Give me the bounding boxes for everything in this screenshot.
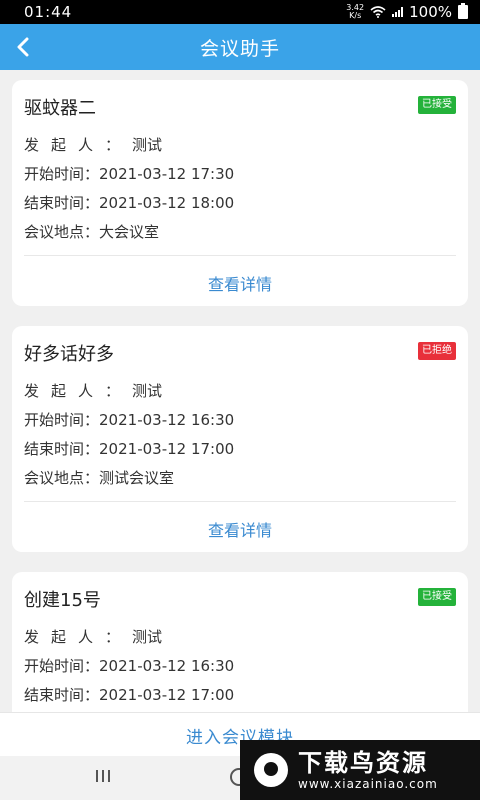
end-time-value: 2021-03-12 18:00: [99, 194, 235, 212]
app-header: 会议助手: [0, 24, 480, 70]
page-title: 会议助手: [199, 37, 280, 60]
start-time-value: 2021-03-12 17:30: [99, 165, 235, 183]
location-value: 大会议室: [99, 223, 160, 241]
view-details-button[interactable]: 查看详情: [12, 517, 468, 541]
start-time-row: 开始时间：2021-03-12 17:30: [24, 163, 234, 184]
initiator-label: 发起人：: [24, 628, 133, 646]
start-time-value: 2021-03-12 16:30: [99, 411, 235, 429]
initiator-value: 测试: [132, 136, 163, 154]
initiator-row: 发起人：测试: [24, 380, 162, 401]
status-badge: 已接受: [418, 96, 456, 114]
initiator-label: 发起人：: [24, 382, 133, 400]
end-time-label: 结束时间：: [24, 194, 100, 212]
status-badge: 已拒绝: [418, 342, 456, 360]
battery-icon: [458, 3, 468, 19]
start-time-row: 开始时间：2021-03-12 16:30: [24, 655, 234, 676]
end-time-label: 结束时间：: [24, 440, 100, 458]
end-time-row: 结束时间：2021-03-12 17:00: [24, 684, 234, 705]
status-icons: 3.42 K/s 100%: [346, 3, 468, 21]
location-label: 会议地点：: [24, 223, 100, 241]
meeting-card[interactable]: 驱蚊器二 已接受 发起人：测试 开始时间：2021-03-12 17:30 结束…: [12, 80, 468, 306]
watermark-url: www.xiazainiao.com: [298, 777, 438, 791]
end-time-label: 结束时间：: [24, 686, 100, 704]
card-divider: [24, 255, 456, 256]
meeting-list[interactable]: 驱蚊器二 已接受 发起人：测试 开始时间：2021-03-12 17:30 结束…: [0, 70, 480, 712]
net-speed: 3.42 K/s: [346, 4, 364, 20]
status-time: 01:44: [24, 3, 73, 21]
chevron-left-icon: [17, 37, 29, 57]
location-row: 会议地点：测试会议室: [24, 467, 174, 488]
recent-apps-button[interactable]: [96, 770, 110, 782]
initiator-value: 测试: [132, 628, 163, 646]
start-time-label: 开始时间：: [24, 411, 100, 429]
status-bar: 01:44 3.42 K/s 100%: [0, 0, 480, 24]
end-time-value: 2021-03-12 17:00: [99, 686, 235, 704]
net-speed-unit: K/s: [349, 11, 362, 20]
meeting-title: 创建15号: [24, 590, 101, 611]
end-time-value: 2021-03-12 17:00: [99, 440, 235, 458]
watermark-text: 下载鸟资源 www.xiazainiao.com: [298, 749, 438, 791]
meeting-title: 驱蚊器二: [24, 98, 96, 119]
meeting-card[interactable]: 创建15号 已接受 发起人：测试 开始时间：2021-03-12 16:30 结…: [12, 572, 468, 712]
wifi-icon: [370, 6, 386, 18]
start-time-value: 2021-03-12 16:30: [99, 657, 235, 675]
watermark: 下载鸟资源 www.xiazainiao.com: [240, 740, 480, 800]
watermark-title: 下载鸟资源: [298, 749, 428, 777]
start-time-label: 开始时间：: [24, 657, 100, 675]
initiator-value: 测试: [132, 382, 163, 400]
location-value: 测试会议室: [99, 469, 175, 487]
end-time-row: 结束时间：2021-03-12 18:00: [24, 192, 234, 213]
status-badge: 已接受: [418, 588, 456, 606]
end-time-row: 结束时间：2021-03-12 17:00: [24, 438, 234, 459]
initiator-label: 发起人：: [24, 136, 133, 154]
battery-level: 100%: [409, 3, 452, 21]
location-label: 会议地点：: [24, 469, 100, 487]
card-divider: [24, 501, 456, 502]
meeting-card[interactable]: 好多话好多 已拒绝 发起人：测试 开始时间：2021-03-12 16:30 结…: [12, 326, 468, 552]
view-details-button[interactable]: 查看详情: [12, 271, 468, 295]
start-time-label: 开始时间：: [24, 165, 100, 183]
location-row: 会议地点：大会议室: [24, 221, 159, 242]
initiator-row: 发起人：测试: [24, 626, 162, 647]
signal-icon: [392, 7, 404, 17]
start-time-row: 开始时间：2021-03-12 16:30: [24, 409, 234, 430]
back-button[interactable]: [6, 30, 40, 64]
meeting-title: 好多话好多: [24, 344, 114, 365]
watermark-logo-icon: [254, 753, 288, 787]
initiator-row: 发起人：测试: [24, 134, 162, 155]
